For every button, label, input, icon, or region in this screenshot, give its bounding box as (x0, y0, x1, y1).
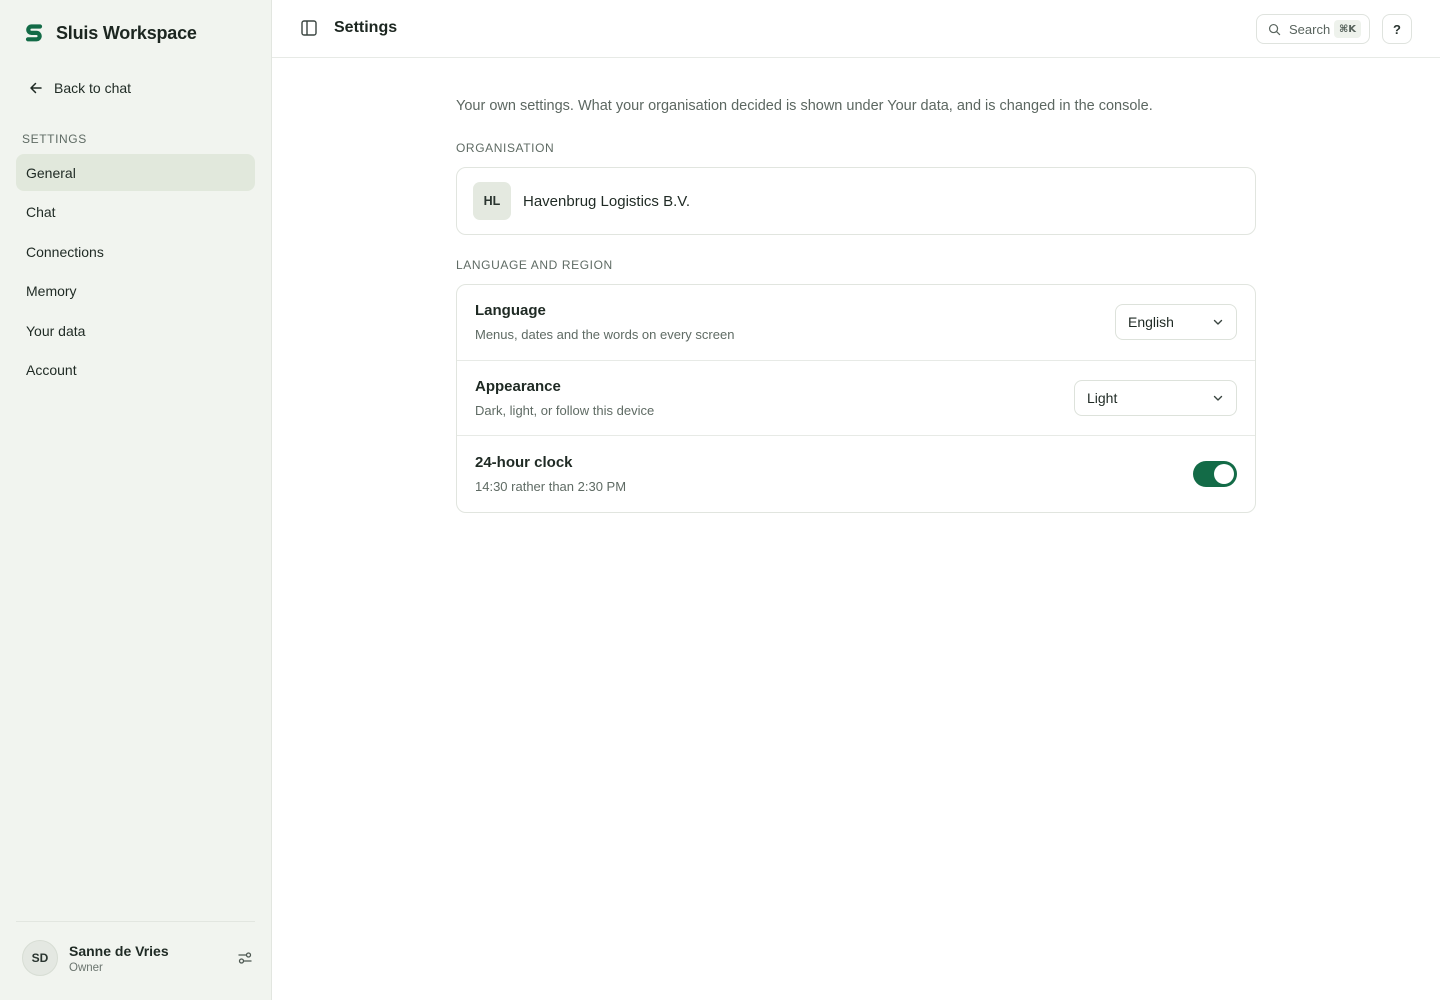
clock-title: 24-hour clock (475, 453, 573, 471)
sidebar-item-label: Connections (26, 243, 104, 260)
sidebar-item-label: Chat (26, 204, 56, 220)
settings-nav: General Chat Connections Memory Your dat… (16, 154, 255, 391)
appearance-text: Appearance Dark, light, or follow this d… (475, 378, 654, 418)
arrow-left-icon (30, 82, 42, 94)
appearance-row: Appearance Dark, light, or follow this d… (457, 361, 1255, 436)
search-icon (1268, 23, 1281, 35)
appearance-select-value: Light (1087, 389, 1118, 406)
sidebar-item-account[interactable]: Account (16, 352, 255, 389)
brand[interactable]: Sluis Workspace (24, 22, 197, 44)
sidebar-item-label: Account (26, 362, 77, 378)
sliders-icon (238, 952, 252, 964)
language-title: Language (475, 302, 546, 320)
main-panel: Settings Search ⌘K ? Your own settings. … (272, 0, 1440, 1000)
help-button[interactable]: ? (1382, 14, 1412, 44)
sidebar-item-label: Your data (26, 322, 86, 339)
settings-section-label: SETTINGS (22, 132, 87, 146)
user-name: Sanne de Vries (69, 942, 169, 959)
search-shortcut-badge: ⌘K (1333, 20, 1361, 38)
language-region-section-label: LANGUAGE AND REGION (456, 258, 613, 272)
chevron-down-icon (1213, 395, 1223, 401)
settings-intro: Your own settings. What your organisatio… (456, 98, 1153, 114)
sidebar-item-your-data[interactable]: Your data (16, 312, 255, 349)
language-select-value: English (1128, 314, 1174, 331)
app-logo-icon (25, 24, 43, 42)
sidebar-item-chat[interactable]: Chat (16, 194, 255, 231)
page-title: Settings (334, 19, 398, 36)
appearance-description: Dark, light, or follow this device (475, 402, 655, 418)
sidebar-item-general[interactable]: General (16, 154, 255, 191)
settings-content: Your own settings. What your organisatio… (456, 58, 1256, 513)
sidebar: Sluis Workspace Back to chat SETTINGS Ge… (0, 0, 272, 1000)
user-role: Owner (69, 961, 103, 974)
sidebar-item-connections[interactable]: Connections (16, 233, 255, 270)
sidebar-item-label: General (26, 164, 76, 181)
organisation-avatar: HL (473, 182, 511, 220)
language-row: Language Menus, dates and the words on e… (457, 285, 1255, 361)
toggle-knob (1214, 463, 1234, 484)
language-description: Menus, dates and the words on every scre… (475, 327, 735, 343)
user-info: Sanne de Vries Owner (69, 943, 169, 974)
app-root: Sluis Workspace Back to chat SETTINGS Ge… (0, 0, 1440, 1000)
clock-toggle[interactable] (1193, 460, 1237, 487)
language-select[interactable]: English (1115, 304, 1237, 341)
user-profile[interactable]: SD Sanne de Vries Owner (22, 939, 256, 977)
search-label: Search (1289, 21, 1331, 37)
appearance-select[interactable]: Light (1074, 379, 1237, 416)
appearance-title: Appearance (475, 377, 561, 395)
sidebar-item-label: Memory (26, 283, 77, 299)
avatar: SD (22, 940, 58, 976)
organisation-card: HL Havenbrug Logistics B.V. (456, 167, 1256, 235)
topbar: Settings Search ⌘K ? (272, 0, 1440, 58)
sidebar-toggle-icon[interactable] (300, 19, 318, 37)
clock-text: 24-hour clock 14:30 rather than 2:30 PM (475, 454, 626, 494)
divider (16, 921, 255, 922)
organisation-section-label: ORGANISATION (456, 141, 555, 155)
search-button[interactable]: Search ⌘K (1256, 14, 1370, 44)
app-name: Sluis Workspace (56, 22, 197, 43)
back-to-chat-label: Back to chat (54, 80, 132, 96)
sidebar-item-memory[interactable]: Memory (16, 273, 255, 310)
chevron-down-icon (1213, 320, 1223, 325)
clock-description: 14:30 rather than 2:30 PM (475, 478, 627, 494)
clock-row: 24-hour clock 14:30 rather than 2:30 PM (457, 436, 1255, 512)
organisation-name: Havenbrug Logistics B.V. (523, 192, 691, 210)
back-to-chat-link[interactable]: Back to chat (22, 74, 137, 102)
language-text: Language Menus, dates and the words on e… (475, 302, 734, 342)
language-region-card: Language Menus, dates and the words on e… (456, 284, 1256, 513)
user-settings-button[interactable] (234, 947, 256, 969)
